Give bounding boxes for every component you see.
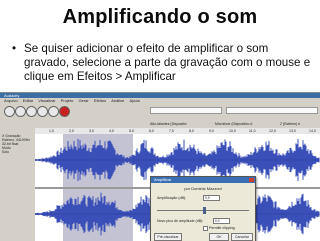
output-device-select[interactable]: Alto-falantes (Dispositiv bbox=[150, 121, 187, 127]
audacity-screenshot: Audacity Arquivo Editar Visualizar Proje… bbox=[0, 92, 320, 241]
stop-button[interactable] bbox=[26, 106, 37, 117]
menu-efeitos[interactable]: Efeitos bbox=[94, 98, 106, 103]
amplification-input[interactable]: 9,9 bbox=[203, 195, 220, 201]
menu-gerar[interactable]: Gerar bbox=[78, 98, 88, 103]
output-meter[interactable] bbox=[150, 107, 222, 114]
skip-end-button[interactable] bbox=[48, 106, 59, 117]
transport-toolbar bbox=[0, 104, 320, 121]
play-button[interactable] bbox=[15, 106, 26, 117]
pause-button[interactable] bbox=[4, 106, 15, 117]
menu-editar[interactable]: Editar bbox=[23, 98, 33, 103]
menu-visualizar[interactable]: Visualizar bbox=[38, 98, 55, 103]
dialog-subtitle: por Dominic Mazzoni bbox=[184, 186, 222, 191]
bullet-text: Se quiser adicionar o efeito de amplific… bbox=[24, 42, 311, 83]
close-icon[interactable] bbox=[249, 178, 254, 182]
amplification-slider-thumb[interactable] bbox=[203, 207, 206, 214]
allow-clipping-label: Permitir clipping bbox=[209, 226, 235, 230]
input-meter[interactable] bbox=[226, 107, 318, 114]
track-control-panel[interactable]: X Gravação Estéreo, 44100Hz 32-bit float… bbox=[0, 134, 36, 241]
skip-start-button[interactable] bbox=[37, 106, 48, 117]
menu-arquivo[interactable]: Arquivo bbox=[4, 98, 18, 103]
device-toolbar: Alto-falantes (Dispositiv Microfone (Dis… bbox=[0, 121, 320, 127]
dialog-title: Amplificar bbox=[151, 177, 255, 183]
slide-title: Amplificando o som bbox=[62, 6, 258, 28]
channels-select[interactable]: 2 (Estéreo) e bbox=[280, 121, 300, 127]
menu-analise[interactable]: Análise bbox=[111, 98, 124, 103]
solo-button[interactable]: Solo bbox=[0, 150, 35, 154]
allow-clipping-checkbox[interactable] bbox=[203, 226, 208, 231]
amplify-dialog: Amplificar por Dominic Mazzoni Amplifica… bbox=[150, 176, 256, 241]
menu-projeto[interactable]: Projeto bbox=[61, 98, 74, 103]
peak-input[interactable]: 0,0 bbox=[213, 218, 230, 224]
record-button[interactable] bbox=[59, 106, 70, 117]
input-device-select[interactable]: Microfone (Dispositivo d bbox=[215, 121, 252, 127]
amplification-label: Amplificação (dB): bbox=[157, 196, 187, 200]
slide-bullet: • Se quiser adicionar o efeito de amplif… bbox=[12, 42, 312, 84]
peak-label: Novo pico de amplitude (dB): bbox=[157, 219, 204, 223]
bullet-dot-icon: • bbox=[12, 42, 17, 55]
menu-ajuda[interactable]: Ajuda bbox=[129, 98, 139, 103]
